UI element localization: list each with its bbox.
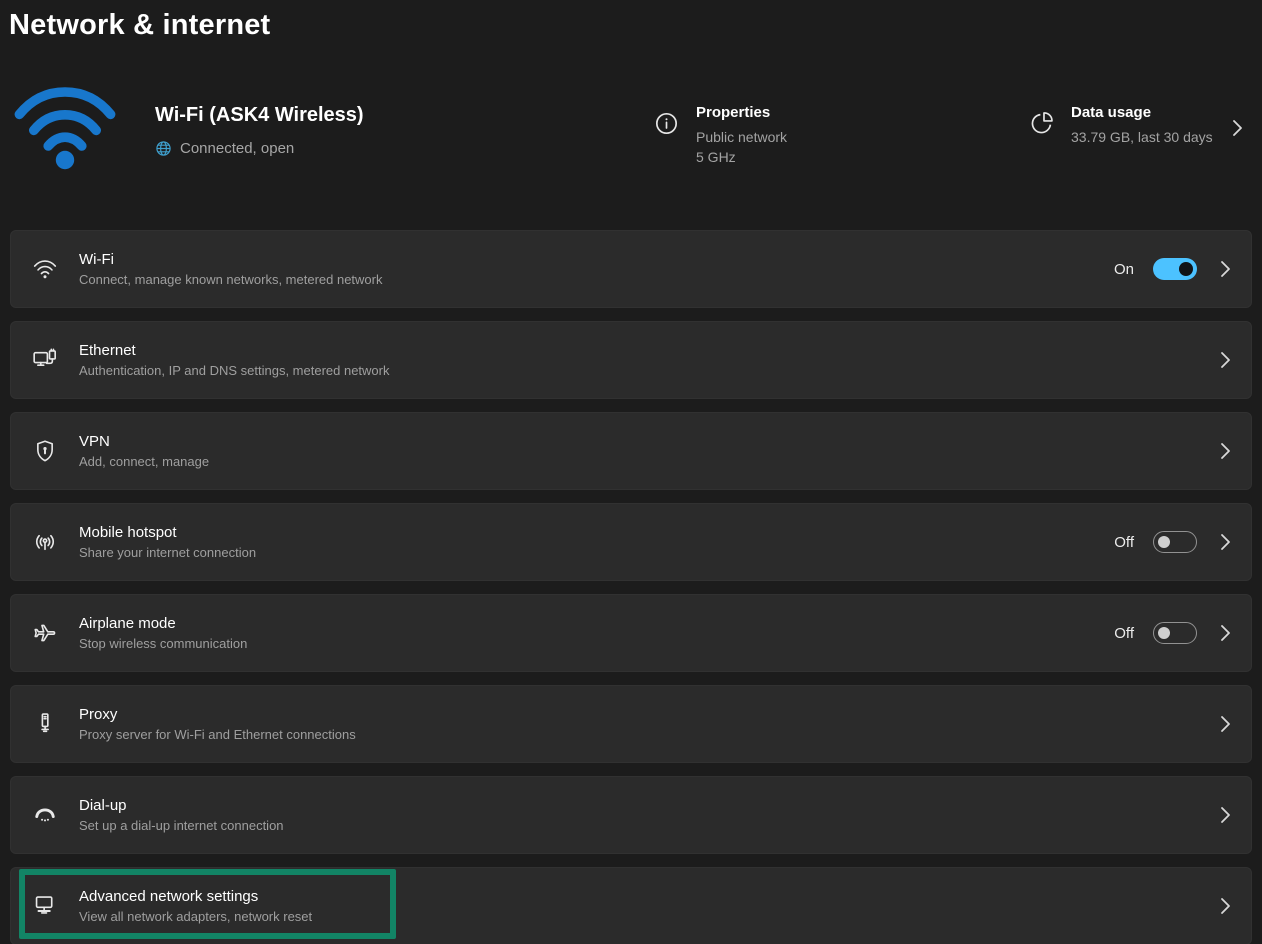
settings-row-advanced[interactable]: Advanced network settings View all netwo… <box>10 867 1252 944</box>
hotspot-icon <box>32 529 58 555</box>
data-usage-detail: 33.79 GB, last 30 days <box>1071 127 1213 147</box>
chevron-right-icon <box>1219 804 1232 826</box>
row-subtitle: Add, connect, manage <box>79 454 1219 469</box>
row-title: Ethernet <box>79 342 1219 359</box>
row-title: Dial-up <box>79 797 1219 814</box>
properties-block[interactable]: Properties Public network 5 GHz <box>653 104 787 167</box>
chevron-right-icon <box>1219 440 1232 462</box>
row-subtitle: View all network adapters, network reset <box>79 909 1219 924</box>
hotspot-toggle[interactable] <box>1153 531 1197 553</box>
chevron-right-icon <box>1219 531 1232 553</box>
row-subtitle: Stop wireless communication <box>79 636 1114 651</box>
ethernet-icon <box>32 347 58 373</box>
settings-list: Wi-Fi Connect, manage known networks, me… <box>10 230 1252 944</box>
connection-name: Wi-Fi (ASK4 Wireless) <box>155 104 364 127</box>
chevron-right-icon <box>1231 117 1244 139</box>
data-usage-label: Data usage <box>1071 104 1213 121</box>
pie-chart-icon <box>1028 110 1055 137</box>
toggle-state-label: Off <box>1114 534 1134 551</box>
toggle-state-label: Off <box>1114 625 1134 642</box>
settings-row-vpn[interactable]: VPN Add, connect, manage <box>10 412 1252 490</box>
row-title: Advanced network settings <box>79 888 1219 905</box>
settings-row-airplane[interactable]: Airplane mode Stop wireless communicatio… <box>10 594 1252 672</box>
wifi-hero-icon <box>13 84 117 172</box>
airplane-toggle[interactable] <box>1153 622 1197 644</box>
data-usage-block[interactable]: Data usage 33.79 GB, last 30 days <box>1028 104 1213 147</box>
row-title: Airplane mode <box>79 615 1114 632</box>
settings-row-hotspot[interactable]: Mobile hotspot Share your internet conne… <box>10 503 1252 581</box>
row-title: VPN <box>79 433 1219 450</box>
properties-network-type: Public network <box>696 127 787 147</box>
chevron-right-icon <box>1219 349 1232 371</box>
airplane-icon <box>32 620 58 646</box>
settings-window: Network & internet Wi-Fi (ASK4 Wireless)… <box>0 0 1262 944</box>
row-subtitle: Authentication, IP and DNS settings, met… <box>79 363 1219 378</box>
connection-status: Connected, open <box>155 140 294 157</box>
chevron-right-icon <box>1219 713 1232 735</box>
toggle-state-label: On <box>1114 261 1134 278</box>
page-title: Network & internet <box>9 9 270 42</box>
settings-row-dialup[interactable]: Dial-up Set up a dial-up internet connec… <box>10 776 1252 854</box>
row-title: Mobile hotspot <box>79 524 1114 541</box>
toggle-knob <box>1158 536 1170 548</box>
wifi-icon <box>32 256 58 282</box>
row-subtitle: Connect, manage known networks, metered … <box>79 272 1114 287</box>
toggle-knob <box>1158 627 1170 639</box>
dialup-phone-icon <box>32 802 58 828</box>
network-adapters-icon <box>32 893 58 919</box>
settings-row-ethernet[interactable]: Ethernet Authentication, IP and DNS sett… <box>10 321 1252 399</box>
row-subtitle: Set up a dial-up internet connection <box>79 818 1219 833</box>
chevron-right-icon <box>1219 895 1232 917</box>
shield-icon <box>32 438 58 464</box>
row-subtitle: Share your internet connection <box>79 545 1114 560</box>
chevron-right-icon <box>1219 622 1232 644</box>
wifi-toggle[interactable] <box>1153 258 1197 280</box>
row-subtitle: Proxy server for Wi-Fi and Ethernet conn… <box>79 727 1219 742</box>
properties-label: Properties <box>696 104 787 121</box>
toggle-knob <box>1179 262 1193 276</box>
globe-icon <box>155 140 172 157</box>
properties-band: 5 GHz <box>696 147 787 167</box>
info-icon <box>653 110 680 137</box>
settings-row-proxy[interactable]: Proxy Proxy server for Wi-Fi and Etherne… <box>10 685 1252 763</box>
chevron-right-icon <box>1219 258 1232 280</box>
connection-status-text: Connected, open <box>180 140 294 157</box>
settings-row-wifi[interactable]: Wi-Fi Connect, manage known networks, me… <box>10 230 1252 308</box>
proxy-server-icon <box>32 711 58 737</box>
row-title: Wi-Fi <box>79 251 1114 268</box>
row-title: Proxy <box>79 706 1219 723</box>
